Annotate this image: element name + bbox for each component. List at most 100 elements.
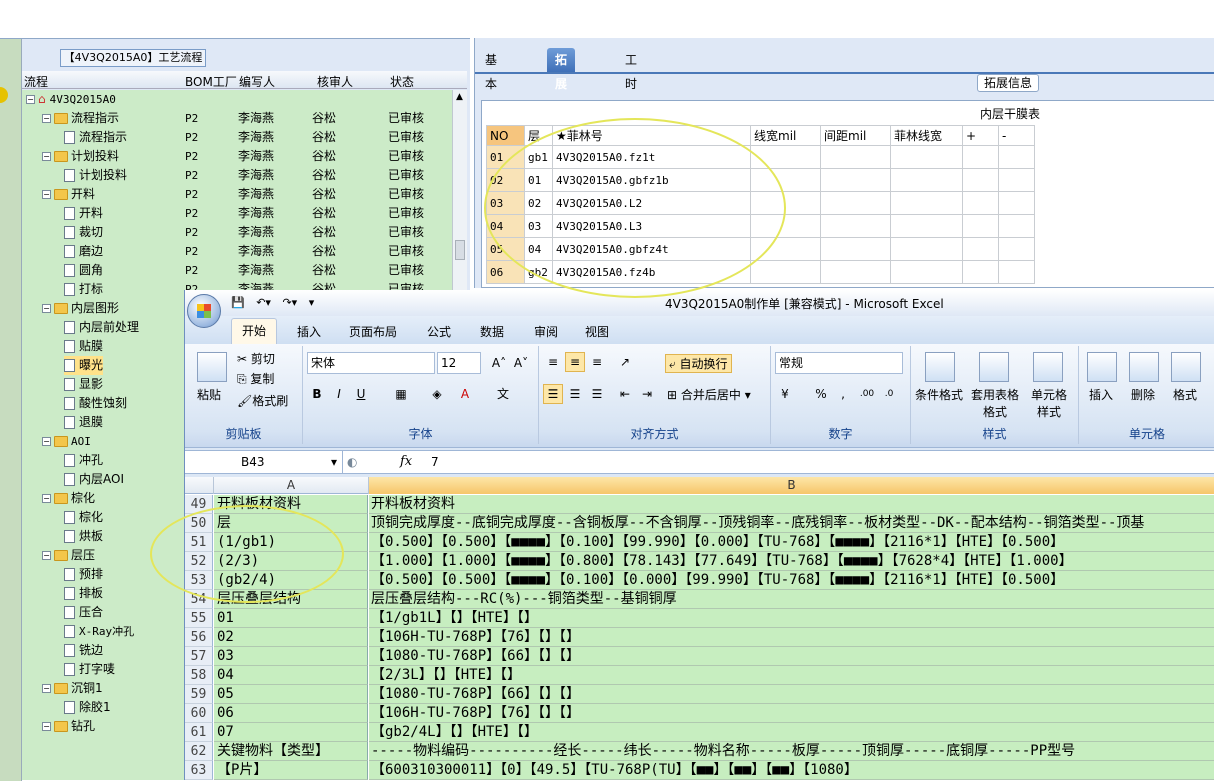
ribbon-tab-view[interactable]: 视图 <box>585 323 609 340</box>
formula-input[interactable]: 7 <box>431 455 439 469</box>
tree-node[interactable]: 贴膜 <box>64 337 103 356</box>
grid-cell[interactable] <box>998 191 1035 215</box>
grid-row[interactable]: 03 02 4V3Q2015A0.L2 <box>486 191 1035 215</box>
insert-function-icon[interactable]: fx <box>400 454 412 469</box>
cell-col-b[interactable]: 【1080-TU-768P】【66】【】【】 <box>369 647 1214 666</box>
grid-cell[interactable] <box>998 237 1035 261</box>
grid-cell[interactable] <box>962 145 999 169</box>
col-header-bom-factory[interactable]: BOM工厂 <box>185 73 237 90</box>
scroll-up-icon[interactable]: ▲ <box>456 92 463 102</box>
font-size-select[interactable]: 12 <box>437 352 481 374</box>
cell-style-button[interactable]: 单元格样式 <box>1029 386 1069 420</box>
scroll-thumb[interactable] <box>455 240 465 260</box>
grid-column-header[interactable]: ★菲林号 <box>552 125 751 146</box>
grid-cell[interactable]: 01 <box>486 145 525 169</box>
grid-column-header[interactable]: 菲林线宽 <box>890 125 963 146</box>
row-header[interactable]: 56 <box>185 628 213 647</box>
grid-cell[interactable] <box>998 260 1035 284</box>
grid-cell[interactable]: 4V3Q2015A0.fz1t <box>552 145 751 169</box>
chevron-down-icon[interactable]: ▾ <box>331 451 337 473</box>
tree-node[interactable]: X-Ray冲孔 <box>64 622 134 641</box>
grid-row[interactable]: 04 03 4V3Q2015A0.L3 <box>486 214 1035 238</box>
insert-cells-icon[interactable] <box>1087 352 1117 382</box>
grid-cell[interactable] <box>750 260 821 284</box>
underline-icon[interactable]: U <box>351 384 371 404</box>
grid-column-header[interactable]: - <box>998 125 1035 146</box>
cell-col-a[interactable]: 01 <box>214 609 368 628</box>
tree-row[interactable]: 裁切 P2 李海燕 谷松 已审核 <box>22 223 452 242</box>
grid-cell[interactable]: gb1 <box>524 145 553 169</box>
tree-node[interactable]: 裁切 <box>64 223 103 242</box>
grid-cell[interactable] <box>890 145 963 169</box>
grid-cell[interactable] <box>890 260 963 284</box>
conditional-format-button[interactable]: 条件格式 <box>915 386 963 403</box>
tree-node[interactable]: − 沉铜1 <box>42 679 103 698</box>
bold-icon[interactable]: B <box>307 384 327 404</box>
tree-row[interactable]: − 流程指示 P2 李海燕 谷松 已审核 <box>22 109 452 128</box>
col-header-process[interactable]: 流程 <box>24 73 48 90</box>
tree-node[interactable]: 退膜 <box>64 413 103 432</box>
decrease-decimal-icon[interactable]: .0 <box>879 384 899 404</box>
undo-icon[interactable]: ↶▾ <box>256 296 271 309</box>
grid-cell[interactable] <box>750 145 821 169</box>
tree-node[interactable]: 开料 <box>64 204 103 223</box>
format-painter-button[interactable]: 🖌格式刷 <box>237 392 288 409</box>
tree-node[interactable]: − 流程指示 <box>42 109 119 128</box>
cell-col-b[interactable]: 【gb2/4L】【】【HTE】【】 <box>369 723 1214 742</box>
grid-cell[interactable]: 06 <box>486 260 525 284</box>
row-header[interactable]: 53 <box>185 571 213 590</box>
wrap-text-button[interactable]: ⤶ 自动换行 <box>665 354 732 373</box>
tree-node[interactable]: 打标 <box>64 280 103 299</box>
paste-button[interactable]: 粘贴 <box>197 386 221 403</box>
collapse-icon[interactable]: − <box>42 722 51 731</box>
cell-col-b[interactable]: 【0.500】【0.500】【■■■■】【0.100】【0.000】【99.99… <box>369 571 1214 590</box>
align-bottom-icon[interactable]: ≡ <box>587 352 607 372</box>
collapse-icon[interactable]: − <box>42 494 51 503</box>
cell-col-b[interactable]: 【0.500】【0.500】【■■■■】【0.100】【99.990】【0.00… <box>369 533 1214 552</box>
orientation-icon[interactable]: ↗ <box>615 352 635 372</box>
grid-cell[interactable] <box>820 145 891 169</box>
tree-node[interactable]: − 内层图形 <box>42 299 119 318</box>
grid-cell[interactable]: 03 <box>486 191 525 215</box>
format-cells-icon[interactable] <box>1171 352 1201 382</box>
grid-cell[interactable] <box>890 168 963 192</box>
row-header[interactable]: 61 <box>185 723 213 742</box>
format-cells-button[interactable]: 格式 <box>1173 386 1197 403</box>
tree-node[interactable]: 酸性蚀刻 <box>64 394 127 413</box>
increase-indent-icon[interactable]: ⇥ <box>637 384 657 404</box>
row-header[interactable]: 62 <box>185 742 213 761</box>
ribbon-tab-data[interactable]: 数据 <box>480 323 504 340</box>
tree-node[interactable]: 除胶1 <box>64 698 111 717</box>
cell-col-b[interactable]: 层压叠层结构---RC(%)---铜箔类型--基铜铜厚 <box>369 590 1214 609</box>
grid-cell[interactable] <box>890 237 963 261</box>
collapse-icon[interactable]: − <box>42 190 51 199</box>
cell-col-b[interactable]: 开料板材资料 <box>369 495 1214 514</box>
cell-col-a[interactable]: 06 <box>214 704 368 723</box>
tab-work-hours[interactable]: 工时 <box>617 48 645 91</box>
tree-node[interactable]: 冲孔 <box>64 451 103 470</box>
grid-row[interactable]: 06 gb2 4V3Q2015A0.fz4b <box>486 260 1035 284</box>
cell-col-b[interactable]: 【106H-TU-768P】【76】【】【】 <box>369 704 1214 723</box>
tree-row[interactable]: − 开料 P2 李海燕 谷松 已审核 <box>22 185 452 204</box>
cell-col-a[interactable]: 03 <box>214 647 368 666</box>
name-box[interactable]: B43 ▾ <box>185 451 343 473</box>
grid-column-header[interactable]: + <box>962 125 999 146</box>
grid-column-header[interactable]: 线宽mil <box>750 125 821 146</box>
cell-col-a[interactable]: 07 <box>214 723 368 742</box>
row-header[interactable]: 54 <box>185 590 213 609</box>
cell-col-b[interactable]: 【1080-TU-768P】【66】【】【】 <box>369 685 1214 704</box>
row-header[interactable]: 49 <box>185 495 213 514</box>
cell-col-a[interactable]: 层 <box>214 514 368 533</box>
grid-cell[interactable] <box>890 191 963 215</box>
fill-color-icon[interactable]: ◈ <box>427 384 447 404</box>
cell-col-b[interactable]: -----物料编码----------经长-----纬长-----物料名称---… <box>369 742 1214 761</box>
redo-icon[interactable]: ↷▾ <box>282 296 297 309</box>
align-middle-icon[interactable]: ≡ <box>565 352 585 372</box>
grid-cell[interactable] <box>998 145 1035 169</box>
grid-cell[interactable]: 02 <box>486 168 525 192</box>
paste-icon[interactable] <box>197 352 227 382</box>
row-header[interactable]: 55 <box>185 609 213 628</box>
tree-node[interactable]: 棕化 <box>64 508 103 527</box>
tree-node[interactable]: − AOI <box>42 432 91 451</box>
grid-cell[interactable] <box>820 237 891 261</box>
